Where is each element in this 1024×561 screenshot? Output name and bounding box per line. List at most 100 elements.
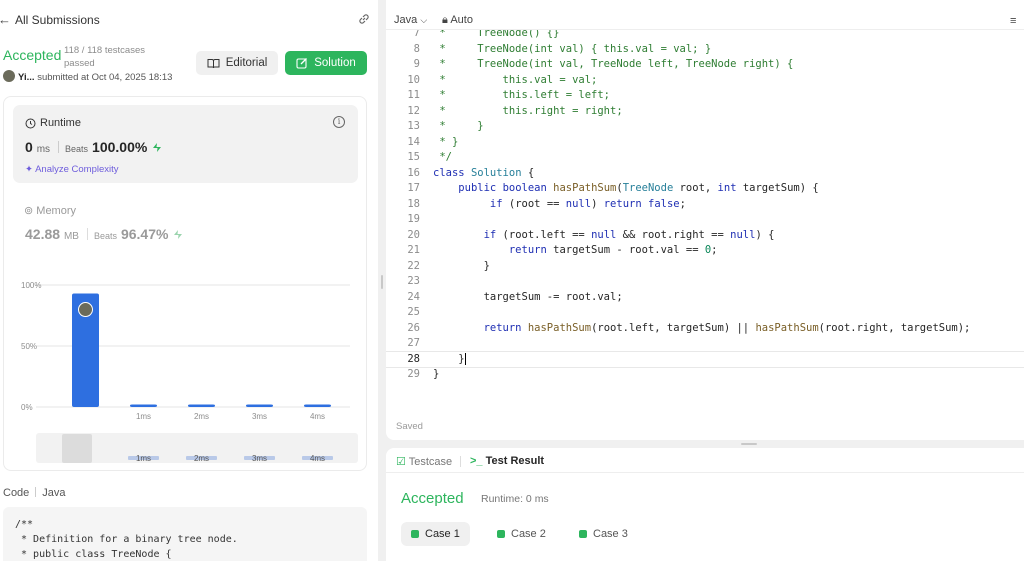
code-line[interactable]: 27 bbox=[386, 336, 1024, 352]
code-text: } bbox=[433, 259, 490, 272]
code-editor-panel: 7 * TreeNode() {} 8 * TreeNode(int val) … bbox=[386, 0, 1024, 440]
submission-status: Accepted bbox=[3, 47, 62, 63]
code-line[interactable]: 21 return targetSum - root.val == 0; bbox=[386, 243, 1024, 259]
code-line[interactable]: 29} bbox=[386, 367, 1024, 383]
y-tick-label: 100% bbox=[21, 281, 41, 290]
line-number: 21 bbox=[407, 244, 420, 256]
line-number: 9 bbox=[413, 58, 420, 70]
submitter-name[interactable]: Yi... bbox=[18, 72, 35, 83]
chart-bar bbox=[188, 404, 215, 407]
code-label: Code bbox=[3, 487, 30, 499]
avatar[interactable] bbox=[3, 70, 15, 82]
case-3-tab[interactable]: Case 3 bbox=[569, 522, 638, 546]
code-line[interactable]: 11 * this.left = left; bbox=[386, 88, 1024, 104]
code-line[interactable]: 19 bbox=[386, 212, 1024, 228]
code-line[interactable]: 22 } bbox=[386, 259, 1024, 275]
y-tick-label: 50% bbox=[21, 342, 37, 351]
x-tick-label: 3ms bbox=[252, 412, 267, 421]
result-tabs: ☑ Testcase >_ Test Result bbox=[386, 448, 1024, 473]
line-number: 23 bbox=[407, 275, 420, 287]
overview-window bbox=[62, 434, 92, 463]
link-icon[interactable] bbox=[357, 12, 371, 26]
x-tick-label: 2ms bbox=[194, 412, 209, 421]
auto-mode[interactable]: 🔒︎ Auto bbox=[442, 14, 473, 27]
code-line[interactable]: 18 if (root == null) return false; bbox=[386, 197, 1024, 213]
code-line[interactable]: 20 if (root.left == null && root.right =… bbox=[386, 228, 1024, 244]
line-number: 8 bbox=[413, 42, 420, 55]
check-icon bbox=[497, 530, 505, 538]
code-line[interactable]: 16 class Solution { bbox=[386, 166, 1024, 182]
line-number: 12 bbox=[407, 104, 420, 117]
result-runtime: Runtime: 0 ms bbox=[481, 493, 549, 505]
saved-status: Saved bbox=[396, 421, 423, 432]
splitter-grip[interactable] bbox=[381, 275, 383, 289]
all-submissions-link[interactable]: All Submissions bbox=[15, 13, 100, 27]
horizontal-splitter[interactable] bbox=[386, 440, 1024, 448]
code-text: return hasPathSum(root.left, targetSum) … bbox=[483, 321, 971, 334]
line-number: 14 bbox=[407, 135, 420, 148]
code-line-active[interactable]: 28 } bbox=[386, 350, 1024, 368]
line-number: 22 bbox=[407, 259, 420, 272]
line-number: 11 bbox=[407, 89, 420, 101]
code-text: targetSum -= root.val; bbox=[433, 290, 623, 303]
code-line[interactable]: 13 * } bbox=[386, 119, 1024, 135]
line-number: 28 bbox=[407, 352, 420, 365]
line-number: 24 bbox=[407, 290, 420, 303]
code-text: } bbox=[433, 352, 466, 365]
code-line[interactable]: 15 */ bbox=[386, 150, 1024, 166]
code-line[interactable]: 24 targetSum -= root.val; bbox=[386, 290, 1024, 306]
x-tick-label: 4ms bbox=[310, 412, 325, 421]
check-icon bbox=[411, 530, 419, 538]
splitter-grip[interactable] bbox=[741, 443, 757, 445]
case-label: Case 3 bbox=[593, 528, 628, 540]
chart-bar bbox=[304, 404, 331, 407]
language-label: Java bbox=[394, 14, 418, 26]
code-text: * TreeNode(int val) { this.val = val; } bbox=[433, 42, 712, 55]
editorial-button[interactable]: Editorial bbox=[196, 51, 278, 75]
line-number: 20 bbox=[407, 228, 420, 241]
line-number: 27 bbox=[407, 337, 420, 349]
code-line[interactable]: 17 public boolean hasPathSum(TreeNode ro… bbox=[386, 181, 1024, 197]
line-number: 29 bbox=[407, 368, 420, 380]
code-text: } bbox=[433, 368, 440, 380]
line-number: 19 bbox=[407, 213, 420, 225]
solution-button[interactable]: Solution bbox=[285, 51, 367, 75]
code-line[interactable]: 10 * this.val = val; bbox=[386, 73, 1024, 89]
code-editor[interactable]: 7 * TreeNode() {} 8 * TreeNode(int val) … bbox=[386, 26, 1024, 383]
line-number: 26 bbox=[407, 321, 420, 334]
stats-card: Runtime i 0 ms Beats 100.00% ✦ Analyze Com… bbox=[3, 96, 367, 471]
chart-bar bbox=[246, 404, 273, 407]
code-text: class Solution { bbox=[433, 166, 535, 179]
overview-label: 3ms bbox=[252, 454, 267, 463]
chart-bar bbox=[130, 404, 157, 407]
code-text: if (root == null) return false; bbox=[489, 197, 686, 210]
chevron-down-icon: ⌵ bbox=[420, 15, 428, 25]
code-line[interactable]: 14 * } bbox=[386, 135, 1024, 151]
code-line[interactable]: 12 * this.right = right; bbox=[386, 104, 1024, 120]
case-label: Case 2 bbox=[511, 528, 546, 540]
runtime-distribution-chart[interactable]: 100% 50% 0% 1ms 2ms 3ms 4ms 1ms 2ms 3ms 4ms bbox=[4, 97, 368, 472]
tab-testcase[interactable]: ☑ Testcase bbox=[396, 455, 452, 468]
line-number: 16 bbox=[407, 166, 420, 179]
line-number: 10 bbox=[407, 73, 420, 86]
code-text: */ bbox=[433, 151, 452, 163]
tab-test-result[interactable]: >_ Test Result bbox=[470, 455, 544, 467]
vertical-splitter[interactable] bbox=[378, 0, 386, 561]
back-arrow-icon[interactable]: ← bbox=[0, 12, 11, 27]
menu-icon[interactable]: ≡ bbox=[1010, 15, 1016, 27]
line-number: 25 bbox=[407, 306, 420, 318]
case-2-tab[interactable]: Case 2 bbox=[487, 522, 556, 546]
case-1-tab[interactable]: Case 1 bbox=[401, 522, 470, 546]
code-line[interactable]: 23 bbox=[386, 274, 1024, 290]
editor-toolbar: Java ⌵ 🔒︎ Auto ≡ bbox=[386, 0, 1024, 30]
auto-label: Auto bbox=[450, 14, 473, 26]
code-line[interactable]: 8 * TreeNode(int val) { this.val = val; … bbox=[386, 42, 1024, 58]
language-selector[interactable]: Java ⌵ bbox=[394, 14, 427, 26]
code-line[interactable]: 9 * TreeNode(int val, TreeNode left, Tre… bbox=[386, 57, 1024, 73]
code-line[interactable]: 25 bbox=[386, 305, 1024, 321]
terminal-icon: >_ bbox=[470, 455, 483, 467]
submission-header: ← All Submissions bbox=[0, 9, 378, 31]
code-line[interactable]: 26 return hasPathSum(root.left, targetSu… bbox=[386, 321, 1024, 337]
case-label: Case 1 bbox=[425, 528, 460, 540]
result-status: Accepted bbox=[401, 490, 464, 507]
